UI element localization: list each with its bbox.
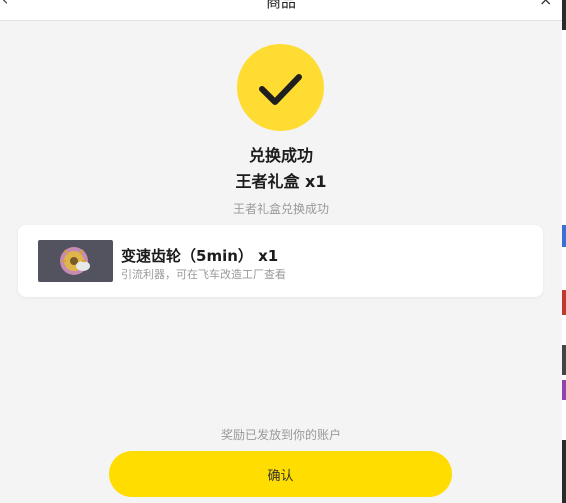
confirm-button[interactable]: 确认: [109, 451, 452, 497]
checkmark-icon: [259, 74, 302, 105]
reward-item-name: 变速齿轮（5min） x1: [121, 247, 279, 265]
success-badge: [237, 44, 324, 131]
reward-item-description: 引流利器，可在飞车改造工厂查看: [121, 268, 286, 281]
edge-segment: [562, 290, 566, 315]
edge-segment: [562, 0, 566, 30]
close-icon[interactable]: ×: [539, 0, 552, 9]
reward-item-card: 变速齿轮（5min） x1 引流利器，可在飞车改造工厂查看: [18, 225, 543, 297]
edge-segment: [562, 225, 566, 247]
redeemed-item-line: 王者礼盒 x1: [235, 172, 327, 191]
edge-segment: [562, 345, 566, 375]
reward-thumbnail: [38, 240, 113, 282]
header-bar: ‹ 商品 ×: [0, 0, 562, 21]
page-title: 商品: [265, 0, 296, 11]
window-edge-strip: [562, 0, 566, 503]
gear-item-icon: [60, 247, 90, 275]
reward-delivered-note: 奖励已发放到你的账户: [220, 428, 341, 442]
edge-segment: [562, 380, 566, 400]
success-note: 王者礼盒兑换成功: [232, 202, 329, 216]
edge-segment: [562, 440, 566, 503]
success-headline: 兑换成功: [248, 146, 313, 165]
